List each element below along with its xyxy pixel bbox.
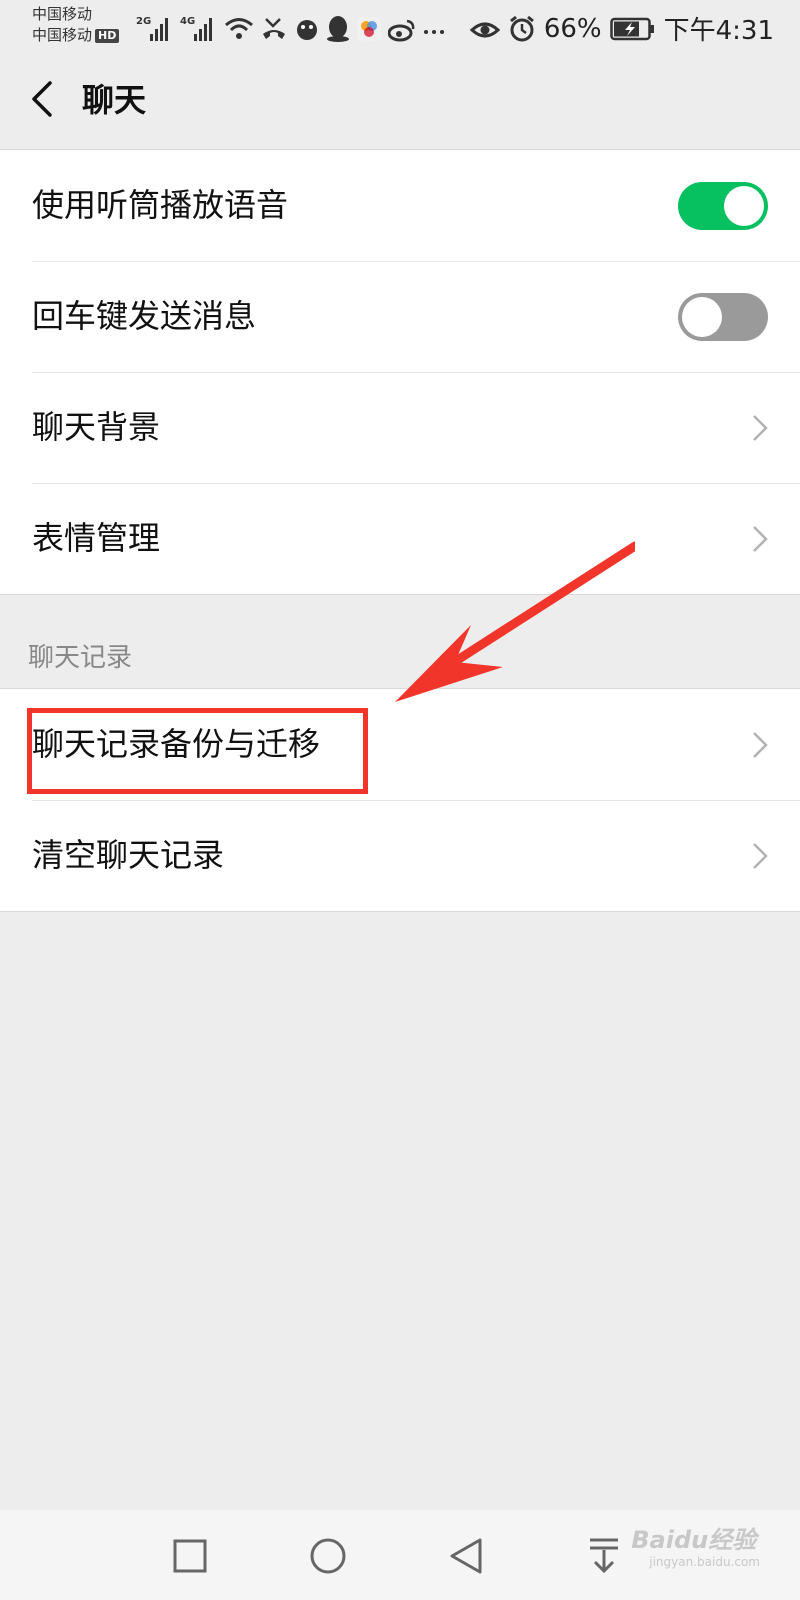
section-header-chat-history: 聊天记录	[28, 643, 133, 673]
chat-history-group: 聊天记录备份与迁移 清空聊天记录	[0, 688, 800, 912]
square-nav-icon	[173, 1539, 207, 1573]
chevron-right-icon	[753, 415, 768, 441]
carrier-1: 中国移动	[32, 5, 93, 23]
system-nav-bar: Baidu经验 jingyan.baidu.com	[0, 1510, 800, 1600]
enter-send-toggle[interactable]	[678, 293, 768, 341]
baidu-watermark: Baidu经验 jingyan.baidu.com	[631, 1520, 760, 1569]
notification-pulldown-button[interactable]	[582, 1534, 626, 1578]
chevron-right-icon	[753, 732, 768, 758]
back-button[interactable]	[22, 74, 62, 124]
settings-group: 使用听筒播放语音 回车键发送消息 聊天背景 表情管理	[0, 149, 800, 595]
setting-label: 回车键发送消息	[32, 297, 257, 335]
setting-row-backup-migrate[interactable]: 聊天记录备份与迁移	[0, 689, 800, 800]
circle-nav-icon	[310, 1538, 346, 1574]
chevron-right-icon	[753, 843, 768, 869]
right-status: 66% 下午4:31	[469, 10, 774, 47]
wifi-icon	[225, 18, 253, 39]
chevron-right-icon	[753, 526, 768, 552]
back-arrow-icon	[32, 81, 52, 117]
alarm-icon	[509, 15, 534, 41]
net-1-label: 2G	[136, 16, 151, 27]
signal-2g-icon: 2G	[136, 16, 168, 41]
setting-row-sticker-management[interactable]: 表情管理	[0, 483, 800, 594]
clock: 下午4:31	[663, 16, 774, 46]
app-notification-icon	[297, 20, 317, 40]
triangle-back-nav-icon	[450, 1538, 482, 1574]
qq-icon	[327, 16, 349, 42]
nav-bar: 聊天	[0, 52, 800, 148]
earpiece-toggle[interactable]	[678, 182, 768, 230]
download-nav-icon	[590, 1538, 618, 1574]
setting-row-earpiece[interactable]: 使用听筒播放语音	[0, 150, 800, 261]
carrier-info: 中国移动 中国移动 HD	[32, 4, 120, 46]
back-nav-button[interactable]	[444, 1534, 488, 1578]
weibo-icon	[388, 19, 415, 42]
watermark-text: Baidu经验	[631, 1526, 757, 1554]
setting-label: 清空聊天记录	[32, 836, 225, 874]
photo-app-icon	[357, 17, 381, 41]
watermark-url: jingyan.baidu.com	[649, 1555, 760, 1569]
page-title: 聊天	[82, 81, 147, 119]
eye-comfort-icon	[469, 22, 500, 37]
home-button[interactable]	[306, 1534, 350, 1578]
battery-charging-icon	[609, 17, 654, 40]
net-2-label: 4G	[180, 16, 195, 27]
setting-label: 使用听筒播放语音	[32, 186, 289, 224]
setting-label: 表情管理	[32, 519, 161, 557]
toggle-knob	[724, 186, 764, 226]
toggle-knob	[682, 297, 722, 337]
status-bar: 中国移动 中国移动 HD 2G 4G 66% 下午4:31	[0, 0, 800, 52]
carrier-2: 中国移动	[32, 26, 93, 44]
signal-icons: 2G 4G	[136, 12, 446, 42]
missed-call-icon	[263, 18, 285, 39]
setting-row-enter-send[interactable]: 回车键发送消息	[0, 261, 800, 372]
more-notifications-icon	[424, 30, 444, 34]
signal-4g-icon: 4G	[180, 16, 212, 41]
setting-row-clear-history[interactable]: 清空聊天记录	[0, 800, 800, 911]
battery-percent: 66%	[543, 13, 602, 44]
recent-apps-button[interactable]	[168, 1534, 212, 1578]
setting-row-chat-background[interactable]: 聊天背景	[0, 372, 800, 483]
setting-label: 聊天背景	[32, 408, 161, 446]
setting-label: 聊天记录备份与迁移	[32, 725, 321, 763]
hd-badge: HD	[95, 29, 120, 43]
